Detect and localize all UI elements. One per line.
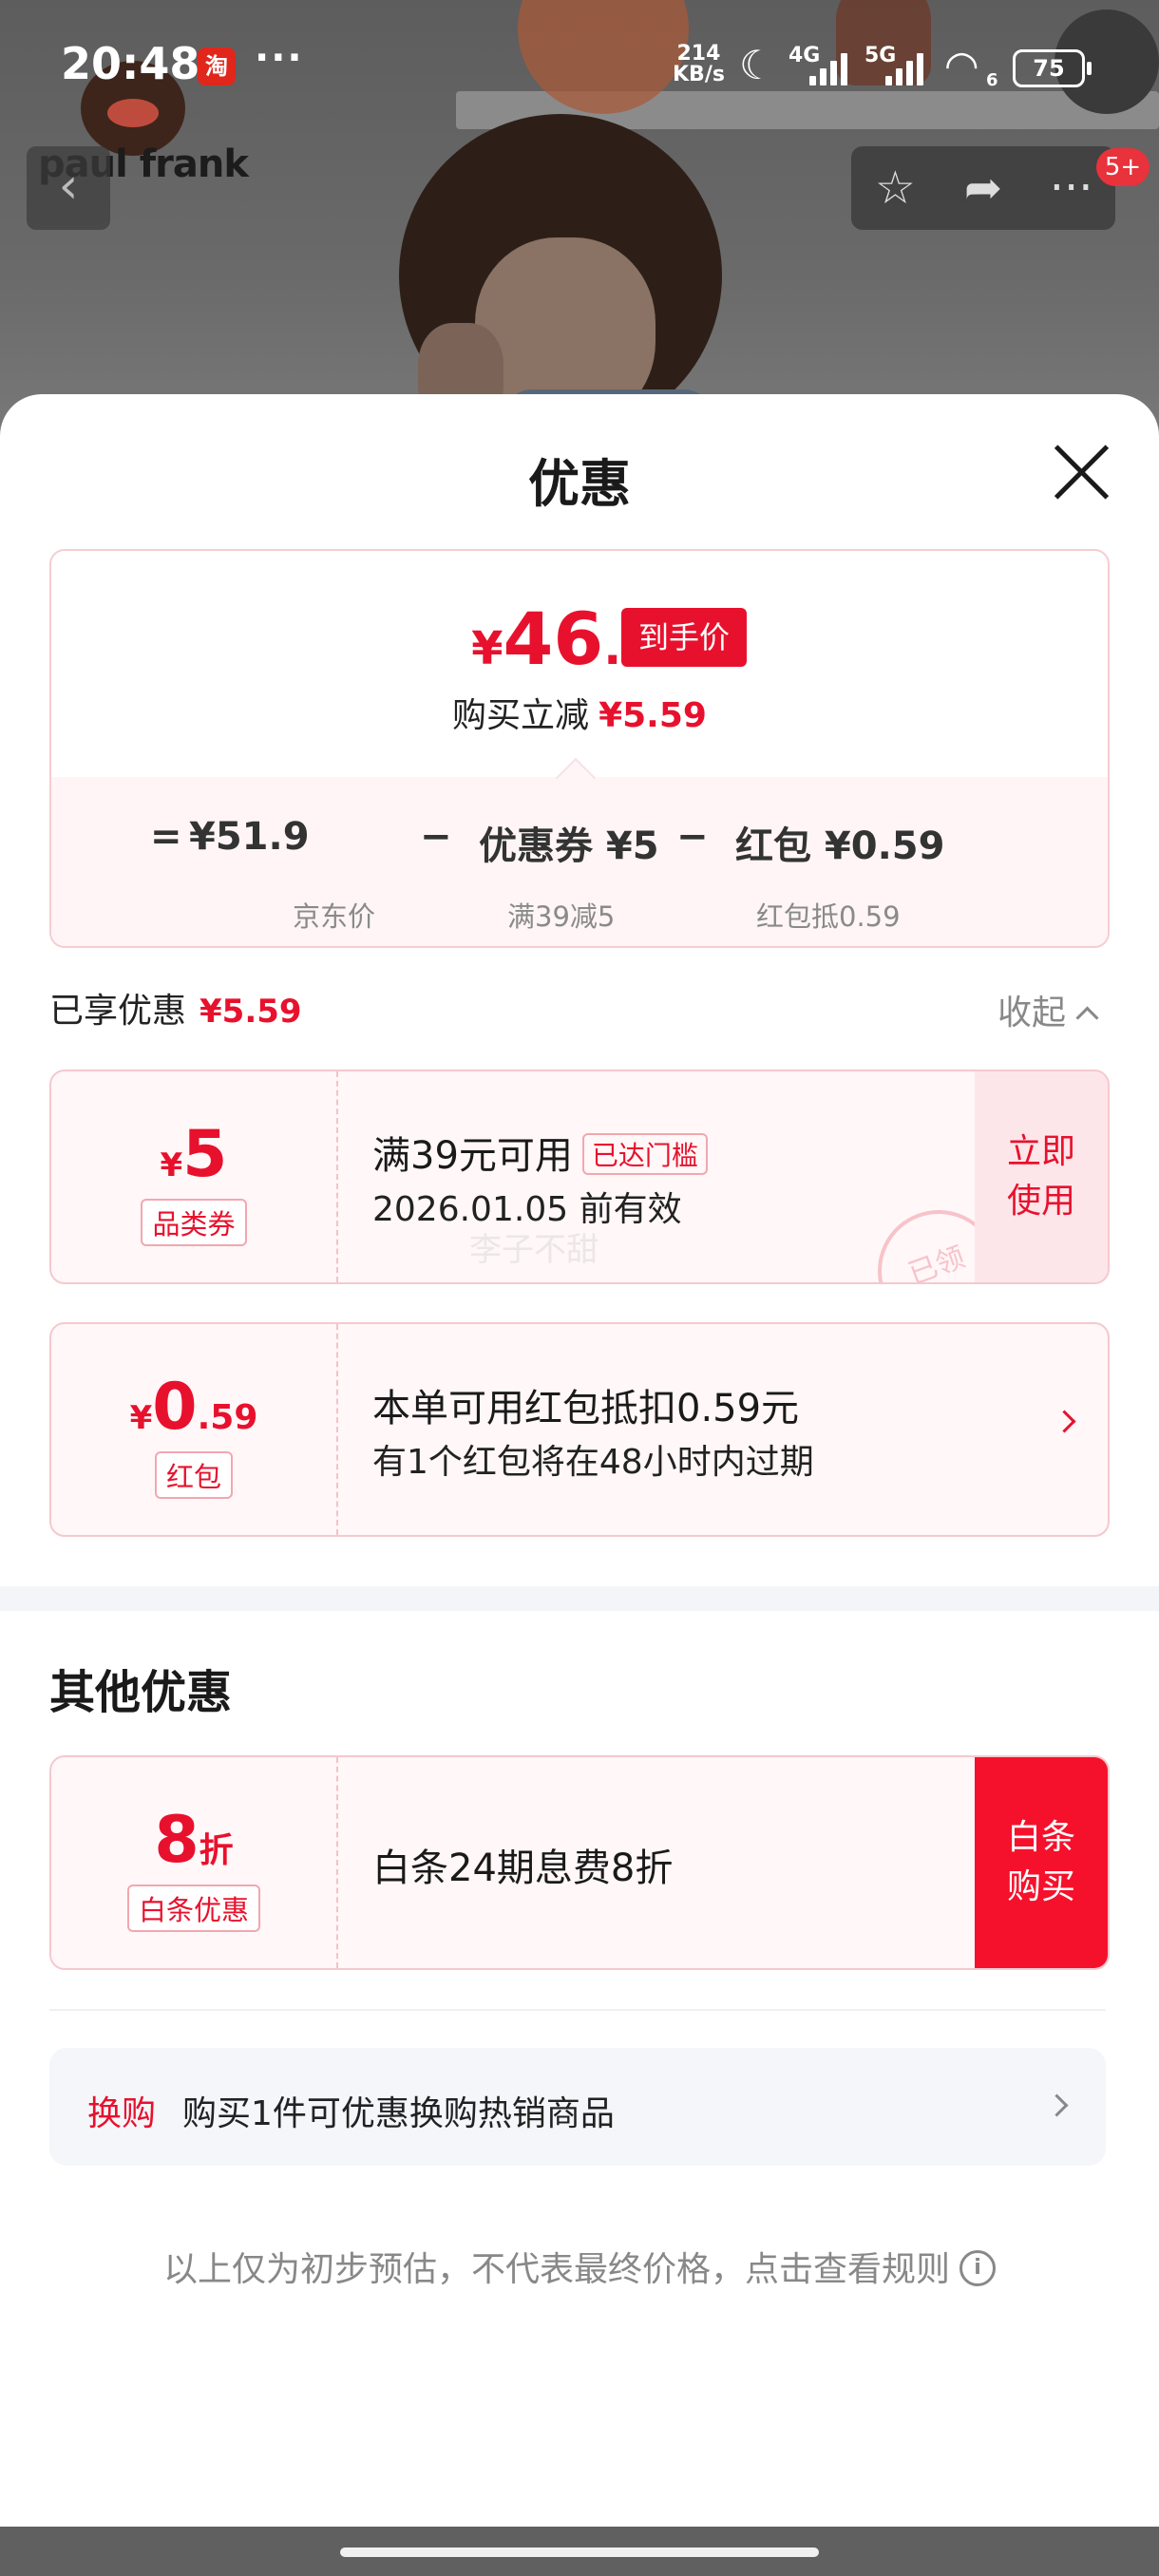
signal-bars-icon (809, 47, 857, 85)
disclaimer[interactable]: 以上仅为初步预估，不代表最终价格，点击查看规则 i (0, 2242, 1159, 2291)
coupon-amount: ¥5 (51, 1117, 336, 1192)
use-now-label-1: 立即 (1006, 1132, 1075, 1171)
coupon-type-label: 品类券 (141, 1199, 247, 1246)
final-price-tag: 到手价 (621, 608, 747, 667)
price-currency: ¥ (471, 622, 504, 675)
coupon-condition: 满39元可用 已达门槛 (372, 1125, 708, 1180)
close-icon[interactable] (1051, 442, 1112, 502)
back-arrow-icon[interactable]: ‹ (27, 146, 110, 230)
home-indicator[interactable] (340, 2548, 819, 2557)
collapse-button[interactable]: 收起 (998, 985, 1099, 1034)
jd-price-value: ¥51.9 (189, 815, 310, 859)
coupon-left: ¥5 品类券 (51, 1071, 336, 1282)
swap-label: 换购 (87, 2094, 157, 2133)
baitiao-discount-value: 8 (154, 1803, 200, 1878)
swap-text: 购买1件可优惠换购热销商品 (182, 2094, 615, 2133)
coupon-amount-value: 5 (182, 1117, 228, 1192)
top-action-group: ☆ ➦ ··· (851, 146, 1115, 230)
equals-sign: = (150, 815, 182, 859)
baitiao-divider (336, 1757, 338, 1968)
category-coupon-card[interactable]: ¥5 品类券 满39元可用 已达门槛 2026.01.05 前有效 李子不甜 已领… (49, 1070, 1110, 1284)
baitiao-left: 8折 白条优惠 (51, 1757, 336, 1968)
star-icon[interactable]: ☆ (857, 161, 933, 215)
red-packet-type-label: 红包 (154, 1451, 233, 1499)
coupon-currency: ¥ (160, 1146, 183, 1184)
baitiao-buy-button[interactable]: 白条 购买 (975, 1757, 1108, 1968)
watermark-text: 李子不甜 (469, 1231, 598, 1269)
info-icon: i (960, 2250, 996, 2286)
discount-sheet: 优惠 ¥46.31 到手价 购买立减¥5.59 = ¥51.9 − 优惠券 ¥5… (0, 394, 1159, 2576)
network-speed: 214 KB/s (673, 44, 725, 85)
net-speed-value: 214 (676, 42, 721, 66)
divider-line (49, 2009, 1106, 2011)
message-badge: 5+ (1096, 148, 1150, 186)
status-time: 20:48 (61, 38, 200, 89)
baitiao-offer-text: 白条24期息费8折 (372, 1847, 674, 1890)
battery-icon: 75 (1013, 49, 1092, 87)
red-packet-amount: ¥0.59 (51, 1370, 336, 1445)
coupon-condition-text: 满39元可用 (372, 1134, 573, 1178)
minus-sign: − (420, 815, 452, 859)
sheet-title: 优惠 (528, 454, 631, 514)
red-packet-deduct-text: 本单可用红包抵扣0.59元 (372, 1387, 800, 1430)
jd-price-caption: 京东价 (293, 900, 376, 933)
wifi-sub: 6 (986, 70, 998, 90)
notification-more-icon: ··· (255, 36, 304, 80)
instant-saving-amount: ¥5.59 (598, 696, 707, 735)
baitiao-discount: 8折 (51, 1803, 336, 1878)
section-separator (0, 1586, 1159, 1611)
price-breakdown: = ¥51.9 − 优惠券 ¥5 − 红包 ¥0.59 京东价 满39减5 红包… (51, 777, 1108, 946)
system-nav-bar (0, 2527, 1159, 2576)
red-packet-expire-text: 有1个红包将在48小时内过期 (372, 1443, 814, 1482)
taobao-app-icon: 淘 (198, 47, 236, 85)
net-speed-unit: KB/s (673, 63, 725, 86)
status-bar: 20:48 淘 ··· 214 KB/s ☾ 4G 5G ◠ 6 75 (0, 0, 1159, 133)
coupon-divider (336, 1071, 338, 1282)
price-integer: 46 (503, 597, 604, 681)
chevron-right-icon (1045, 2093, 1069, 2117)
instant-saving: 购买立减 ¥5.59 (51, 688, 1108, 737)
other-discounts-title: 其他优惠 (49, 1666, 233, 1719)
baitiao-type: 白条优惠 (51, 1885, 336, 1932)
red-packet-currency: ¥ (129, 1399, 153, 1437)
red-packet-amount-dec: .59 (197, 1398, 258, 1437)
coupon-value: 优惠券 ¥5 (479, 824, 659, 868)
red-packet-divider (336, 1324, 338, 1535)
use-now-label-2: 使用 (1006, 1182, 1075, 1221)
minus-sign: − (676, 815, 709, 859)
red-packet-amount-int: 0 (152, 1370, 198, 1445)
coupon-type: 品类券 (51, 1199, 336, 1246)
baitiao-buy-label-1: 白条 (1006, 1818, 1075, 1857)
instant-saving-label: 购买立减 (452, 696, 590, 735)
wifi-icon: ◠ (944, 42, 979, 88)
swap-purchase-row[interactable]: 换购 购买1件可优惠换购热销商品 (49, 2048, 1106, 2166)
disclaimer-text: 以上仅为初步预估，不代表最终价格，点击查看规则 (162, 2250, 950, 2289)
collapse-label: 收起 (998, 994, 1067, 1032)
signal-bars-icon (885, 47, 933, 85)
final-price: ¥46.31 (51, 597, 1108, 681)
do-not-disturb-icon: ☾ (739, 42, 775, 88)
baitiao-buy-label-2: 购买 (1006, 1867, 1075, 1906)
chevron-up-icon (1075, 1006, 1099, 1030)
baitiao-discount-unit: 折 (199, 1831, 234, 1870)
enjoyed-label: 已享优惠 (49, 992, 187, 1031)
red-packet-value: 红包 ¥0.59 (735, 824, 945, 868)
red-packet-type: 红包 (51, 1451, 336, 1499)
final-price-card: ¥46.31 到手价 购买立减¥5.59 = ¥51.9 − 优惠券 ¥5 − … (49, 549, 1110, 948)
red-packet-caption: 红包抵0.59 (756, 900, 901, 933)
baitiao-card[interactable]: 8折 白条优惠 白条24期息费8折 白条 购买 (49, 1755, 1110, 1970)
baitiao-type-label: 白条优惠 (126, 1885, 260, 1932)
share-icon[interactable]: ➦ (945, 161, 1021, 215)
use-now-button[interactable]: 立即 使用 (975, 1071, 1108, 1282)
enjoyed-amount: ¥5.59 (200, 993, 302, 1031)
threshold-reached-badge: 已达门槛 (581, 1133, 708, 1175)
red-packet-card[interactable]: ¥0.59 红包 本单可用红包抵扣0.59元 有1个红包将在48小时内过期 (49, 1322, 1110, 1537)
red-packet-left: ¥0.59 红包 (51, 1324, 336, 1535)
coupon-caption: 满39减5 (507, 900, 616, 933)
chevron-right-icon[interactable] (1053, 1410, 1076, 1433)
enjoyed-discount: 已享优惠 ¥5.59 (49, 983, 302, 1032)
